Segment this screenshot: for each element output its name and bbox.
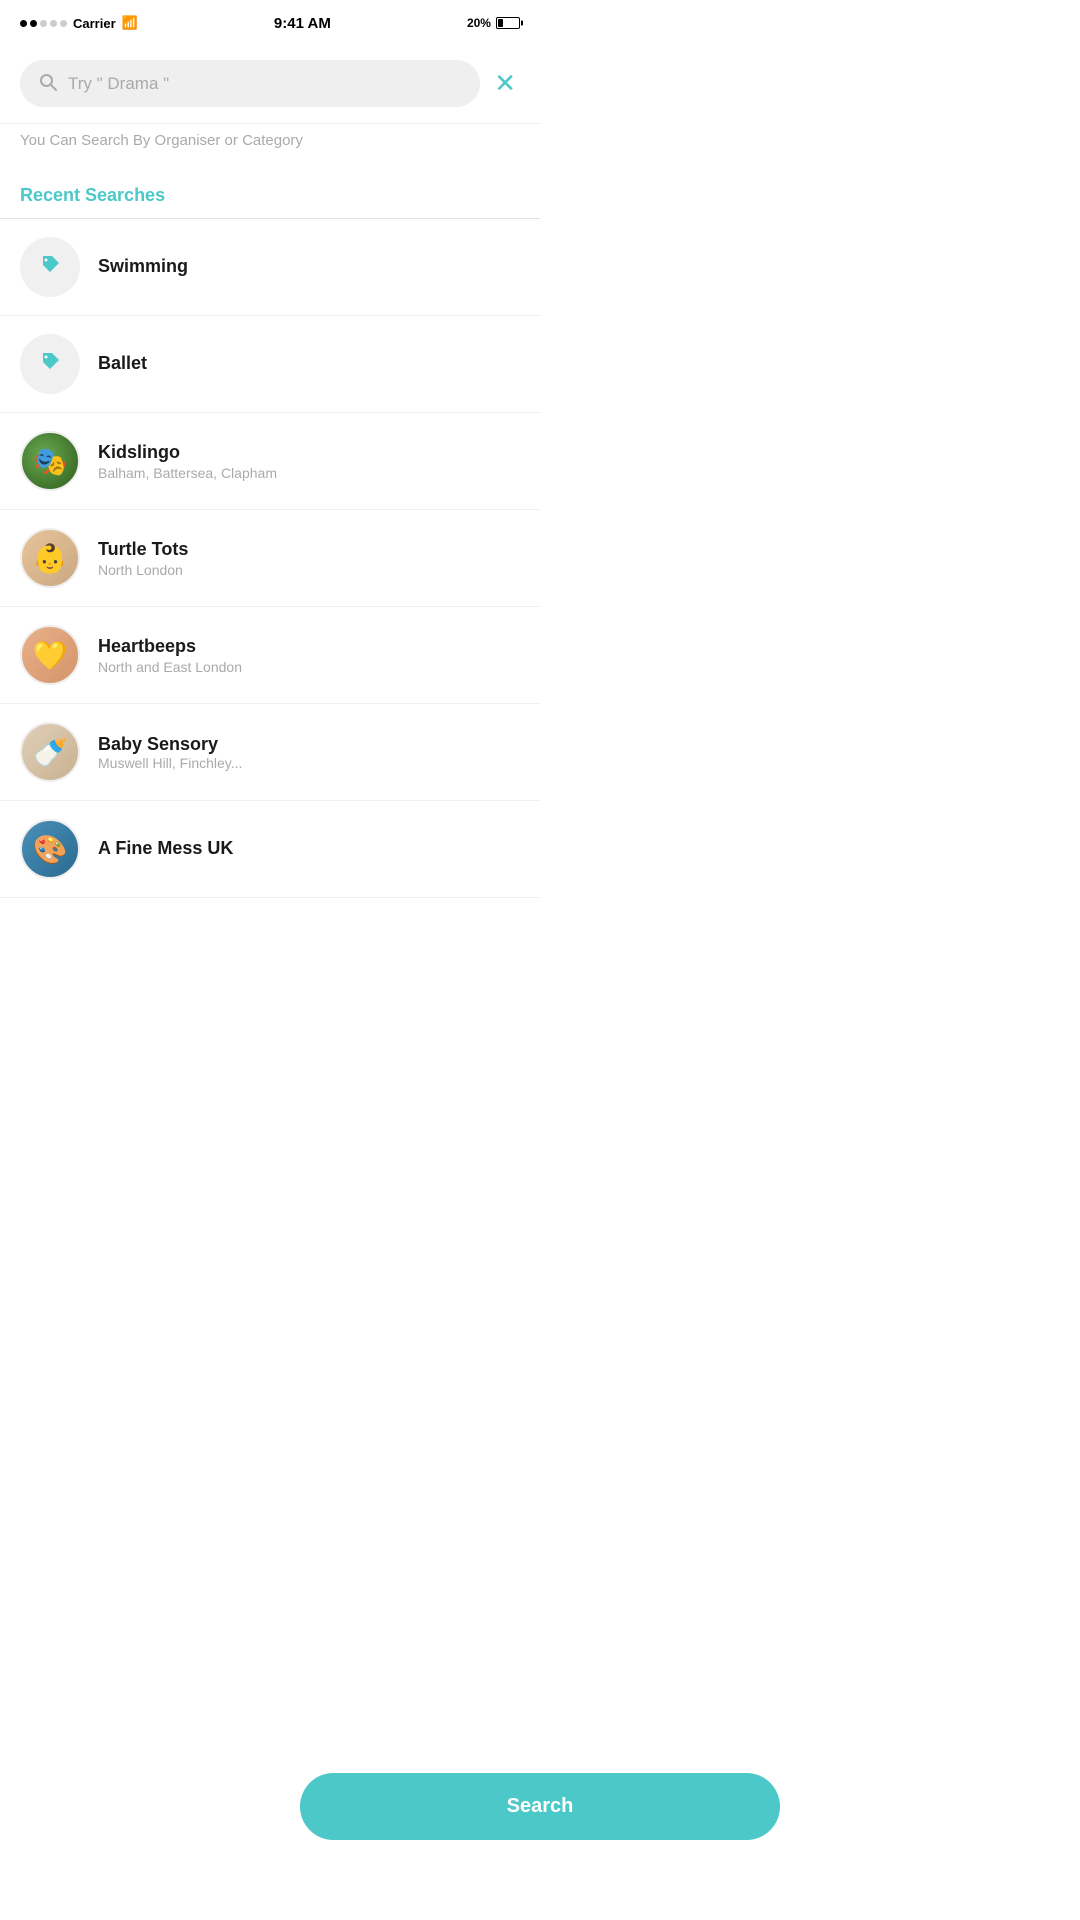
signal-dot-1	[20, 20, 27, 27]
item-text-afinesuk: A Fine Mess UK	[98, 838, 520, 861]
battery-percent: 20%	[467, 16, 491, 30]
avatar-kidslingo: 🎭	[20, 431, 80, 491]
search-icon	[38, 72, 58, 95]
item-subtitle-heartbeeps: North and East London	[98, 659, 520, 675]
item-title-babysensory: Baby Sensory	[98, 734, 520, 755]
signal-dot-4	[50, 20, 57, 27]
turtletots-avatar-img: 👶	[33, 542, 68, 575]
avatar-swimming	[20, 237, 80, 297]
signal-dot-5	[60, 20, 67, 27]
battery-icon	[496, 17, 520, 29]
carrier-label: Carrier	[73, 16, 116, 31]
recent-searches-heading: Recent Searches	[0, 165, 540, 218]
signal-dots	[20, 20, 67, 27]
status-bar: Carrier 📶 9:41 AM 20%	[0, 0, 540, 44]
list-item-swimming[interactable]: Swimming	[0, 219, 540, 316]
avatar-turtletots: 👶	[20, 528, 80, 588]
item-title-heartbeeps: Heartbeeps	[98, 636, 520, 657]
item-title-swimming: Swimming	[98, 256, 520, 277]
item-title-kidslingo: Kidslingo	[98, 442, 520, 463]
search-input-wrapper[interactable]: Try " Drama "	[20, 60, 480, 107]
signal-dot-2	[30, 20, 37, 27]
item-text-heartbeeps: Heartbeeps North and East London	[98, 636, 520, 675]
list-item-afinesuk[interactable]: 🎨 A Fine Mess UK	[0, 801, 540, 898]
kidslingo-avatar-img: 🎭	[33, 445, 68, 478]
status-time: 9:41 AM	[274, 15, 331, 32]
avatar-heartbeeps: 💛	[20, 625, 80, 685]
avatar-afinesuk: 🎨	[20, 819, 80, 879]
heartbeeps-avatar-img: 💛	[33, 639, 68, 672]
item-text-kidslingo: Kidslingo Balham, Battersea, Clapham	[98, 442, 520, 481]
search-button[interactable]: Search	[300, 1773, 780, 1840]
list-item-ballet[interactable]: Ballet	[0, 316, 540, 413]
item-subtitle-babysensory: Muswell Hill, Finchley...	[98, 755, 520, 771]
avatar-ballet	[20, 334, 80, 394]
item-text-ballet: Ballet	[98, 353, 520, 376]
item-title-turtletots: Turtle Tots	[98, 539, 520, 560]
item-subtitle-kidslingo: Balham, Battersea, Clapham	[98, 465, 520, 481]
signal-dot-3	[40, 20, 47, 27]
status-right: 20%	[467, 16, 520, 30]
item-title-ballet: Ballet	[98, 353, 520, 374]
list-item-babysensory[interactable]: 🍼 Baby Sensory Muswell Hill, Finchley...	[0, 704, 540, 801]
tag-icon-swimming	[36, 250, 64, 284]
afinesuk-avatar-img: 🎨	[33, 833, 68, 866]
item-text-turtletots: Turtle Tots North London	[98, 539, 520, 578]
search-button-container: Search	[300, 1773, 780, 1840]
search-hint: You Can Search By Organiser or Category	[0, 124, 540, 165]
list-item-heartbeeps[interactable]: 💛 Heartbeeps North and East London	[0, 607, 540, 704]
close-button[interactable]: ✕	[490, 64, 520, 103]
status-left: Carrier 📶	[20, 15, 138, 31]
tag-icon-ballet	[36, 347, 64, 381]
item-text-babysensory: Baby Sensory Muswell Hill, Finchley...	[98, 734, 520, 771]
list-item-turtletots[interactable]: 👶 Turtle Tots North London	[0, 510, 540, 607]
avatar-babysensory: 🍼	[20, 722, 80, 782]
search-bar-container: Try " Drama " ✕	[0, 44, 540, 123]
item-subtitle-turtletots: North London	[98, 562, 520, 578]
list-item-kidslingo[interactable]: 🎭 Kidslingo Balham, Battersea, Clapham	[0, 413, 540, 510]
babysensory-avatar-img: 🍼	[33, 736, 68, 769]
search-placeholder[interactable]: Try " Drama "	[68, 74, 169, 94]
item-title-afinesuk: A Fine Mess UK	[98, 838, 520, 859]
wifi-icon: 📶	[122, 15, 138, 31]
item-text-swimming: Swimming	[98, 256, 520, 279]
